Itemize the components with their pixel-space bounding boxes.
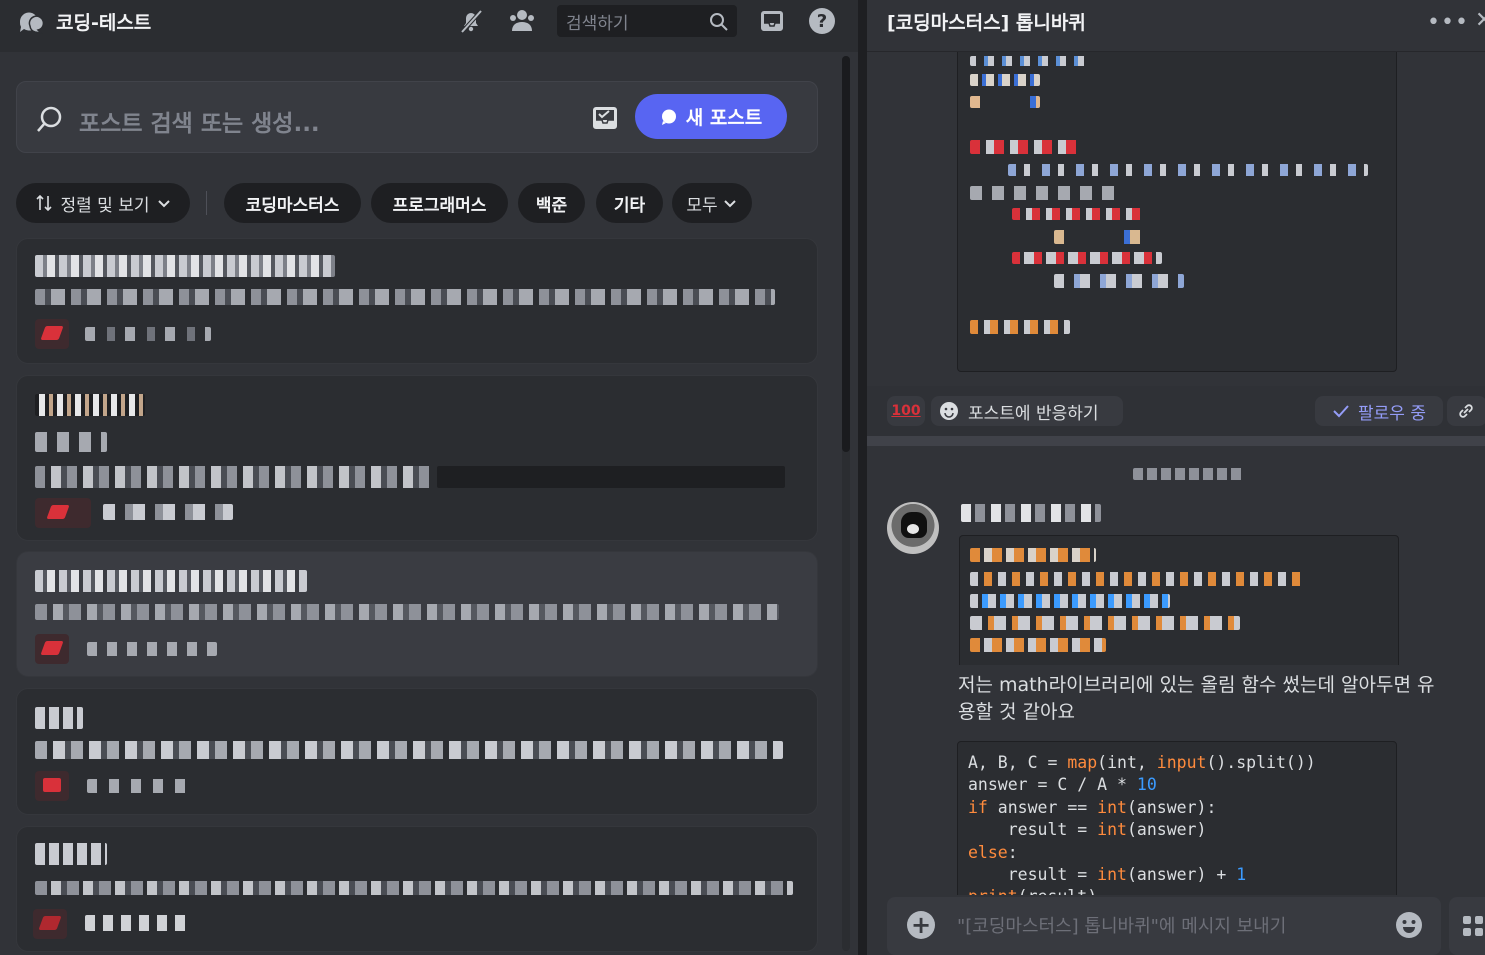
post-preview-obscured bbox=[35, 741, 783, 759]
post-search-placeholder: 포스트 검색 또는 생성... bbox=[79, 111, 320, 137]
new-post-button[interactable]: 새 포스트 bbox=[635, 94, 787, 139]
post-meta-obscured bbox=[103, 504, 233, 520]
post-preview-obscured bbox=[35, 881, 793, 895]
link-icon bbox=[1459, 404, 1473, 418]
chat-bubble-icon bbox=[661, 109, 676, 125]
reaction-bar: 100 포스트에 반응하기 팔로우 중 bbox=[867, 386, 1485, 436]
message-placeholder: "[코딩마스터스] 톱니바퀴"에 메시지 보내기 bbox=[957, 916, 1287, 937]
chevron-down-icon bbox=[723, 200, 736, 208]
svg-text:?: ? bbox=[817, 11, 827, 32]
chevron-down-icon bbox=[157, 200, 170, 208]
thread-header: [코딩마스터스] 톱니바퀴 ••• ✕ bbox=[867, 0, 1485, 52]
tag-programmers[interactable]: 프로그래머스 bbox=[371, 183, 508, 223]
post-preview-obscured bbox=[35, 604, 779, 620]
smile-icon bbox=[940, 402, 958, 420]
message-input[interactable]: + "[코딩마스터스] 톱니바퀴"에 메시지 보내기 bbox=[887, 897, 1441, 955]
add-attachment-icon[interactable]: + bbox=[907, 911, 935, 939]
avatar bbox=[33, 909, 67, 939]
apps-icon[interactable] bbox=[1449, 897, 1485, 955]
following-button[interactable]: 팔로우 중 bbox=[1315, 396, 1443, 426]
sort-icon bbox=[36, 194, 53, 212]
forum-pane: 코딩-테스트 검색하기 ? 포스트 검색 또는 생성... 새 포스트 정렬 및 bbox=[0, 0, 858, 955]
code-block-obscured bbox=[957, 52, 1397, 372]
avatar bbox=[35, 771, 69, 801]
post-template-icon[interactable] bbox=[591, 104, 619, 132]
pane-divider[interactable] bbox=[858, 0, 867, 955]
thread-pane: [코딩마스터스] 톱니바퀴 ••• ✕ 100 포스트에 반응하기 팔로우 중 bbox=[867, 0, 1485, 955]
post-title-obscured bbox=[35, 394, 145, 416]
tag-codingmasters[interactable]: 코딩마스터스 bbox=[224, 183, 361, 223]
code-block: A, B, C = map(int, input().split()) answ… bbox=[957, 741, 1397, 901]
post-meta-obscured bbox=[85, 327, 211, 341]
section-divider bbox=[867, 436, 1485, 446]
post-card[interactable] bbox=[16, 688, 818, 815]
post-meta-obscured bbox=[85, 915, 189, 931]
members-icon[interactable] bbox=[507, 6, 537, 36]
thread-title: [코딩마스터스] 톱니바퀴 bbox=[887, 12, 1086, 34]
sort-view-button[interactable]: 정렬 및 보기 bbox=[16, 183, 190, 223]
copy-link-button[interactable] bbox=[1447, 396, 1485, 426]
avatar bbox=[35, 319, 69, 349]
message-text: 저는 math라이브러리에 있는 올림 함수 썼는데 알아두면 유용할 것 같아… bbox=[958, 674, 1435, 723]
tag-etc[interactable]: 기타 bbox=[596, 183, 663, 223]
inbox-icon[interactable] bbox=[757, 6, 787, 36]
post-meta-obscured bbox=[87, 779, 187, 793]
avatar bbox=[35, 634, 69, 664]
help-icon[interactable]: ? bbox=[807, 6, 837, 36]
date-divider-obscured bbox=[1133, 468, 1245, 480]
post-subtitle-obscured bbox=[35, 432, 107, 452]
avatar[interactable] bbox=[887, 502, 939, 554]
post-title-obscured bbox=[35, 707, 83, 729]
tag-baekjoon[interactable]: 백준 bbox=[518, 183, 585, 223]
post-preview-obscured bbox=[35, 466, 435, 488]
tag-all-dropdown[interactable]: 모두 bbox=[672, 183, 752, 223]
post-meta-obscured bbox=[87, 642, 217, 656]
post-card-hovered[interactable] bbox=[16, 551, 818, 677]
search-input[interactable]: 검색하기 bbox=[557, 5, 737, 37]
post-title-obscured bbox=[35, 570, 307, 592]
forum-channel-icon bbox=[19, 12, 44, 35]
search-icon bbox=[710, 13, 728, 31]
username-obscured bbox=[961, 504, 1101, 522]
reaction-100-button[interactable]: 100 bbox=[887, 396, 925, 426]
channel-header: 코딩-테스트 검색하기 ? bbox=[0, 0, 858, 52]
mute-bell-icon[interactable] bbox=[456, 6, 486, 36]
post-title-obscured bbox=[35, 843, 107, 865]
scrollbar-thumb[interactable] bbox=[842, 56, 850, 452]
post-preview-obscured bbox=[35, 289, 775, 305]
post-card[interactable] bbox=[16, 826, 818, 952]
add-reaction-button[interactable]: 포스트에 반응하기 bbox=[931, 396, 1123, 426]
avatar bbox=[35, 498, 91, 528]
filter-bar: 정렬 및 보기 코딩마스터스 프로그래머스 백준 기타 모두 bbox=[16, 183, 836, 223]
post-card[interactable] bbox=[16, 375, 818, 541]
check-icon bbox=[1333, 405, 1349, 418]
search-icon bbox=[37, 106, 62, 132]
post-search-bar[interactable]: 포스트 검색 또는 생성... 새 포스트 bbox=[16, 81, 818, 153]
channel-title: 코딩-테스트 bbox=[56, 12, 152, 34]
post-preview-obscured bbox=[437, 466, 785, 488]
emoji-picker-icon[interactable] bbox=[1395, 911, 1423, 939]
post-card[interactable] bbox=[16, 238, 818, 364]
code-block-obscured bbox=[959, 535, 1399, 665]
more-options-icon[interactable]: ••• bbox=[1427, 10, 1469, 35]
close-icon[interactable]: ✕ bbox=[1475, 8, 1485, 33]
post-title-obscured bbox=[35, 255, 335, 277]
code-content: A, B, C = map(int, input().split()) answ… bbox=[968, 753, 1316, 900]
filter-divider bbox=[206, 191, 207, 215]
